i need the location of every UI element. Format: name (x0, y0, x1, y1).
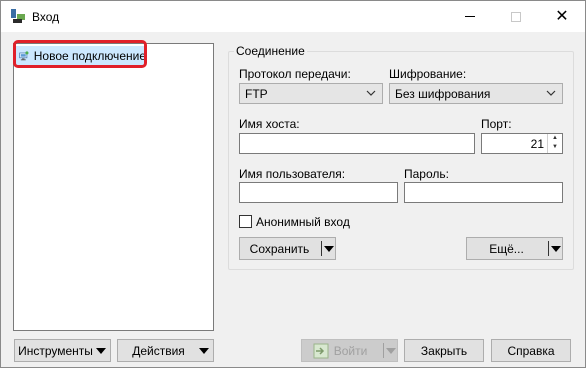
port-label: Порт: (481, 117, 512, 131)
dropdown-arrow-icon (199, 348, 209, 354)
connection-group-title: Соединение (234, 44, 307, 58)
username-input[interactable] (239, 182, 398, 203)
minimize-icon (465, 16, 475, 17)
login-dialog: Вход ✕ Новое подключение Соединение Прот… (0, 0, 586, 368)
login-icon (313, 343, 329, 359)
maximize-icon (511, 11, 521, 22)
tools-button-label: Инструменты (18, 343, 93, 358)
more-button-label: Ещё... (489, 241, 524, 256)
port-stepper[interactable]: 21 ▲ ▼ (481, 133, 563, 154)
title-bar[interactable]: Вход ✕ (1, 1, 585, 32)
port-value: 21 (530, 137, 544, 151)
maximize-button (493, 1, 539, 32)
app-icon (11, 9, 25, 23)
dropdown-arrow-icon (386, 348, 396, 354)
password-input[interactable] (404, 182, 563, 203)
tools-button[interactable]: Инструменты (14, 339, 111, 362)
actions-button[interactable]: Действия (117, 339, 214, 362)
encryption-select[interactable]: Без шифрования (389, 83, 563, 104)
save-button-label: Сохранить (249, 241, 310, 256)
login-button[interactable]: Войти (301, 339, 398, 362)
site-tree[interactable]: Новое подключение (13, 43, 214, 331)
help-button[interactable]: Справка (491, 339, 571, 362)
encryption-value: Без шифрования (395, 86, 491, 101)
dropdown-arrow-icon[interactable] (324, 246, 334, 252)
close-dialog-button-label: Закрыть (420, 343, 468, 358)
host-label: Имя хоста: (239, 117, 300, 131)
encryption-label: Шифрование: (389, 67, 467, 81)
protocol-select[interactable]: FTP (239, 83, 383, 104)
close-dialog-button[interactable]: Закрыть (404, 339, 484, 362)
password-label: Пароль: (404, 167, 449, 181)
host-input[interactable] (239, 133, 475, 154)
actions-button-label: Действия (132, 343, 185, 358)
split-separator (383, 343, 384, 358)
protocol-label: Протокол передачи: (239, 67, 351, 81)
save-button[interactable]: Сохранить (239, 237, 336, 260)
close-icon: ✕ (555, 7, 569, 25)
more-button[interactable]: Ещё... (466, 237, 563, 260)
help-button-label: Справка (507, 343, 555, 358)
minimize-button[interactable] (447, 1, 493, 32)
protocol-value: FTP (245, 86, 268, 101)
window-title: Вход (32, 10, 60, 24)
username-label: Имя пользователя: (239, 167, 346, 181)
port-stepper-arrows[interactable]: ▲ ▼ (547, 134, 562, 153)
anonymous-label: Анонимный вход (256, 215, 350, 229)
split-separator (548, 241, 549, 256)
close-button[interactable]: ✕ (539, 1, 585, 32)
dropdown-arrow-icon (96, 348, 106, 354)
stepper-down-icon[interactable]: ▼ (548, 143, 562, 152)
stepper-up-icon[interactable]: ▲ (548, 134, 562, 143)
selection-highlight-annotation (13, 40, 147, 68)
split-separator (321, 241, 322, 256)
chevron-down-icon (366, 90, 376, 96)
anonymous-checkbox[interactable] (239, 215, 252, 228)
login-button-label: Войти (333, 343, 368, 358)
dropdown-arrow-icon[interactable] (551, 246, 561, 252)
chevron-down-icon (546, 90, 556, 96)
